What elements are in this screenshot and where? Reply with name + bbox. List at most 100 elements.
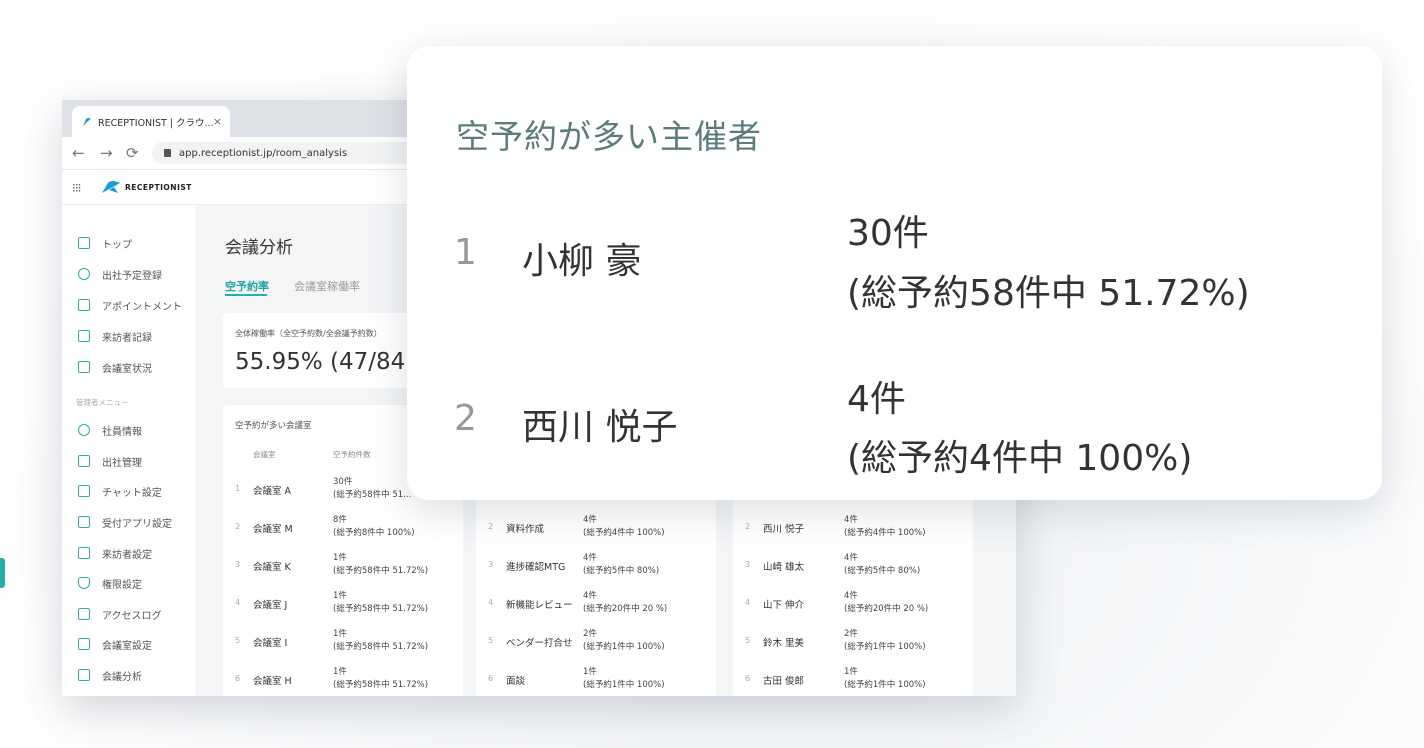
sidebar-item-reception-app-settings[interactable]: 受付アプリ設定 bbox=[78, 512, 172, 532]
door-icon bbox=[78, 361, 90, 373]
brand-logo[interactable]: RECEPTIONIST bbox=[100, 180, 192, 194]
table-row[interactable]: 3 進捗確認MTG 4件 (総予約5件中 80%) bbox=[476, 547, 716, 583]
popup-rank: 1 bbox=[454, 232, 477, 273]
active-menu-indicator bbox=[0, 558, 5, 588]
sidebar-item-label: トップ bbox=[102, 239, 132, 251]
row-total: (総予約20件中 20 %) bbox=[844, 604, 929, 614]
browser-tab[interactable]: RECEPTIONIST | クラウ... × bbox=[72, 106, 230, 137]
sidebar-item-chat-settings[interactable]: チャット設定 bbox=[78, 481, 162, 501]
card-title: 空予約が多い会議室 bbox=[235, 421, 312, 431]
row-rank: 5 bbox=[488, 636, 494, 645]
room-settings-icon bbox=[78, 638, 90, 650]
table-row[interactable]: 5 鈴木 里美 2件 (総予約1件中 100%) bbox=[733, 623, 973, 659]
table-row[interactable]: 2 西川 悦子 4件 (総予約4件中 100%) bbox=[733, 509, 973, 545]
tab-room-utilization[interactable]: 会議室稼働率 bbox=[294, 278, 360, 294]
row-total: (総予約58件中 51.72%) bbox=[333, 604, 429, 614]
row-count: 4件 bbox=[583, 553, 597, 563]
row-name: 進捗確認MTG bbox=[506, 562, 566, 573]
row-rank: 2 bbox=[488, 522, 494, 531]
table-row[interactable]: 4 新機能レビュー 4件 (総予約20件中 20 %) bbox=[476, 585, 716, 621]
table-row[interactable]: 5 ベンダー打合せ 2件 (総予約1件中 100%) bbox=[476, 623, 716, 659]
row-total: (総予約8件中 100%) bbox=[333, 528, 415, 538]
table-row[interactable]: 3 会議室 K 1件 (総予約58件中 51.72%) bbox=[223, 547, 463, 583]
popup-title: 空予約が多い主催者 bbox=[456, 117, 762, 156]
table-row[interactable]: 2 資料作成 4件 (総予約4件中 100%) bbox=[476, 509, 716, 545]
row-total: (総予約1件中 100%) bbox=[844, 642, 926, 652]
url-text: app.receptionist.jp/room_analysis bbox=[179, 147, 348, 159]
sidebar-item-label: 出社管理 bbox=[102, 457, 142, 469]
sidebar-item-visitor-log[interactable]: 来訪者記録 bbox=[78, 326, 152, 346]
calendar-icon bbox=[78, 299, 90, 311]
row-name: 会議室 A bbox=[253, 486, 292, 497]
row-total: (総予約4件中 100%) bbox=[583, 528, 665, 538]
row-name: 会議室 M bbox=[253, 524, 293, 535]
row-total: (総予約1件中 100%) bbox=[844, 680, 926, 690]
sidebar-item-meeting-analysis[interactable]: 会議分析 bbox=[78, 665, 142, 685]
popup-count: 30件 bbox=[847, 213, 929, 254]
page-title: 会議分析 bbox=[225, 238, 293, 258]
row-count: 4件 bbox=[583, 515, 597, 525]
sidebar-item-label: 来訪者記録 bbox=[102, 332, 152, 344]
document-icon bbox=[78, 547, 90, 559]
active-tab-indicator bbox=[225, 294, 267, 296]
tab-close-icon[interactable]: × bbox=[213, 115, 222, 128]
table-row[interactable]: 2 会議室 M 8件 (総予約8件中 100%) bbox=[223, 509, 463, 545]
row-name: 会議室 J bbox=[253, 600, 288, 611]
reload-icon[interactable]: ⟳ bbox=[126, 144, 139, 162]
sidebar-item-visitor-settings[interactable]: 来訪者設定 bbox=[78, 543, 152, 563]
app-grid-icon[interactable]: ⁝⁝⁝ bbox=[72, 181, 82, 195]
row-name: 会議室 K bbox=[253, 562, 291, 573]
row-rank: 3 bbox=[235, 560, 241, 569]
table-row[interactable]: 4 会議室 J 1件 (総予約58件中 51.72%) bbox=[223, 585, 463, 621]
people-icon bbox=[78, 424, 90, 436]
row-total: (総予約58件中 51.72%) bbox=[333, 566, 429, 576]
popup-count: 4件 bbox=[847, 379, 906, 420]
sidebar-item-label: 受付アプリ設定 bbox=[102, 518, 172, 530]
column-header-count: 空予約件数 bbox=[333, 450, 371, 459]
sidebar-item-label: 会議室設定 bbox=[102, 640, 152, 652]
sidebar-item-room-status[interactable]: 会議室状況 bbox=[78, 357, 152, 377]
row-total: (総予約5件中 80%) bbox=[844, 566, 921, 576]
person-schedule-icon bbox=[78, 268, 90, 280]
table-row[interactable]: 5 会議室 I 1件 (総予約58件中 51.72%) bbox=[223, 623, 463, 659]
row-rank: 5 bbox=[745, 636, 751, 645]
sidebar-item-employees[interactable]: 社員情報 bbox=[78, 420, 142, 440]
table-row[interactable]: 4 山下 伸介 4件 (総予約20件中 20 %) bbox=[733, 585, 973, 621]
row-total: (総予約5件中 80%) bbox=[583, 566, 660, 576]
tab-empty-reservation-rate[interactable]: 空予約率 bbox=[225, 278, 269, 294]
popup-total: (総予約4件中 100%) bbox=[847, 438, 1193, 479]
back-icon[interactable]: ← bbox=[72, 144, 85, 162]
receptionist-logo-icon bbox=[83, 117, 91, 126]
row-total: (総予約1件中 100%) bbox=[583, 642, 665, 652]
forward-icon[interactable]: → bbox=[100, 144, 113, 162]
table-row[interactable]: 6 会議室 H 1件 (総予約58件中 51.72%) bbox=[223, 661, 463, 696]
sidebar-item-appointment[interactable]: アポイントメント bbox=[78, 295, 182, 315]
admin-menu-label: 管理者メニュー bbox=[76, 398, 129, 407]
row-rank: 4 bbox=[745, 598, 751, 607]
row-name: ベンダー打合せ bbox=[506, 638, 573, 649]
sidebar-item-attendance-management[interactable]: 出社管理 bbox=[78, 451, 142, 471]
row-count: 2件 bbox=[583, 629, 597, 639]
overall-rate-label: 全体稼働率（全空予約数/全会議予約数） bbox=[235, 329, 382, 338]
sidebar-item-label: チャット設定 bbox=[102, 487, 162, 499]
document-icon bbox=[78, 608, 90, 620]
sidebar-item-permission-settings[interactable]: 権限設定 bbox=[78, 573, 142, 593]
row-total: (総予約58件中 51.72%) bbox=[333, 642, 429, 652]
row-count: 4件 bbox=[844, 553, 858, 563]
shield-icon bbox=[78, 577, 90, 589]
row-name: 山崎 雄太 bbox=[763, 562, 805, 573]
table-row[interactable]: 6 面談 1件 (総予約1件中 100%) bbox=[476, 661, 716, 696]
sidebar-item-top[interactable]: トップ bbox=[78, 233, 132, 253]
row-name: 鈴木 里美 bbox=[763, 638, 805, 649]
sidebar: トップ 出社予定登録 アポイントメント 来訪者記録 会議室状況 管理者メニュー … bbox=[62, 205, 197, 696]
row-count: 1件 bbox=[333, 553, 347, 563]
row-rank: 3 bbox=[488, 560, 494, 569]
brand-name: RECEPTIONIST bbox=[125, 182, 192, 192]
sidebar-item-attendance-plan[interactable]: 出社予定登録 bbox=[78, 264, 162, 284]
table-row[interactable]: 6 古田 俊郎 1件 (総予約1件中 100%) bbox=[733, 661, 973, 696]
building-icon bbox=[78, 455, 90, 467]
row-rank: 2 bbox=[745, 522, 751, 531]
sidebar-item-room-settings[interactable]: 会議室設定 bbox=[78, 634, 152, 654]
table-row[interactable]: 3 山崎 雄太 4件 (総予約5件中 80%) bbox=[733, 547, 973, 583]
sidebar-item-access-log[interactable]: アクセスログ bbox=[78, 604, 162, 624]
